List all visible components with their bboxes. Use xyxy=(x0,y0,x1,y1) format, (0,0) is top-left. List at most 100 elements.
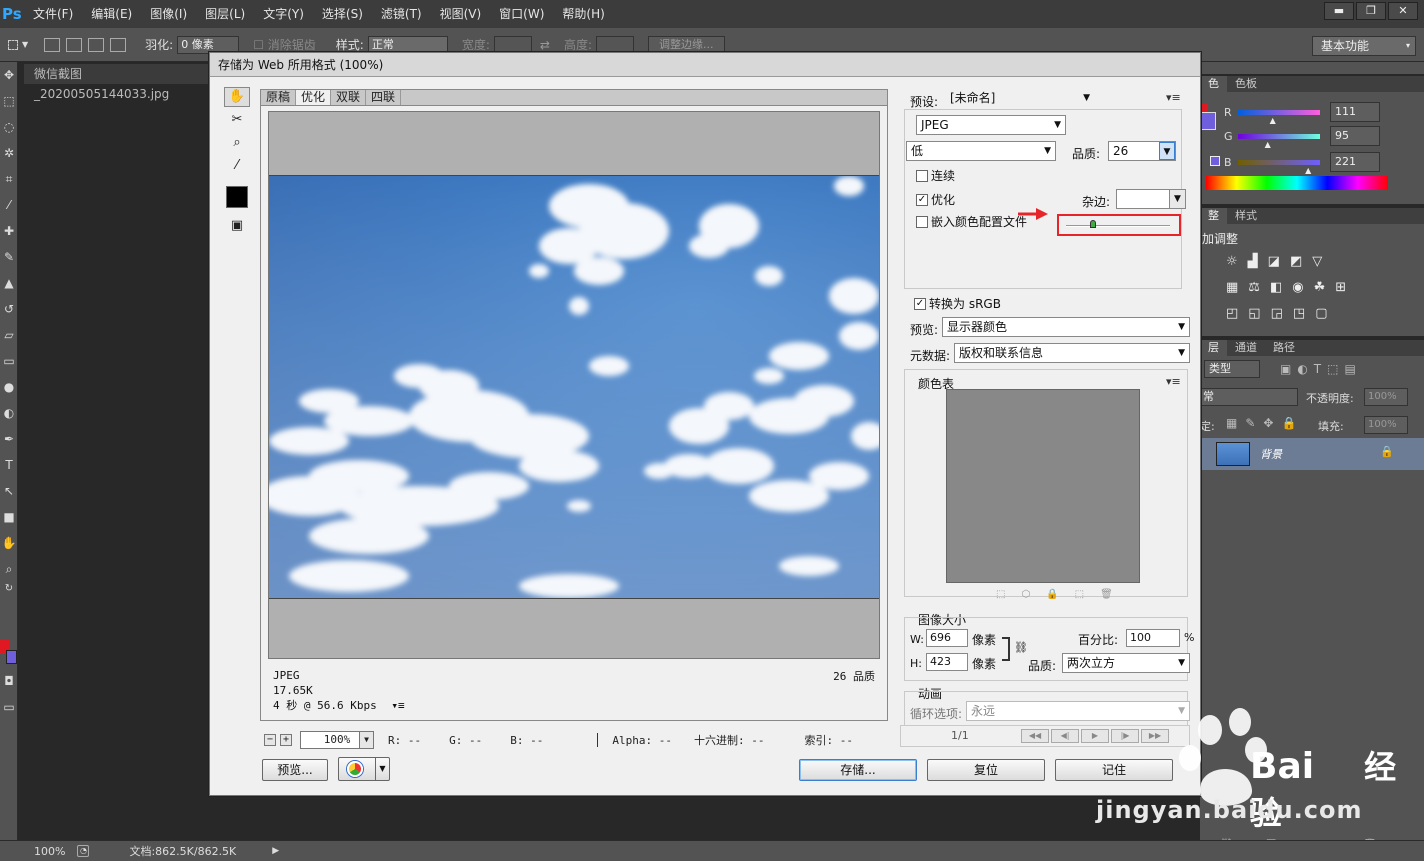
tab-adjustments[interactable]: 整 xyxy=(1200,208,1227,224)
opacity-input[interactable]: 100% xyxy=(1364,388,1408,406)
resample-select[interactable]: 两次立方 ▼ xyxy=(1062,653,1190,673)
r-slider-track[interactable] xyxy=(1238,109,1320,115)
antialias-checkbox[interactable]: ☐ 消除锯齿 xyxy=(253,36,316,53)
g-slider-track[interactable] xyxy=(1238,133,1320,139)
exposure-icon[interactable]: ◩ xyxy=(1290,254,1302,269)
settings-menu-icon[interactable]: ▾≡ xyxy=(1166,91,1181,104)
slice-select-icon[interactable]: ✂ xyxy=(224,110,250,130)
g-value-input[interactable]: 95 xyxy=(1330,126,1380,146)
lock-icons[interactable]: ▦✎✥🔒 xyxy=(1226,416,1304,430)
lasso-tool-icon[interactable]: ◌ xyxy=(0,114,18,140)
zoom-in-button[interactable]: + xyxy=(280,734,292,746)
intersect-selection-icon[interactable] xyxy=(110,37,127,52)
magic-wand-icon[interactable]: ✲ xyxy=(0,140,18,166)
layer-kind-filter[interactable]: 类型 xyxy=(1204,360,1260,378)
selective-color-icon[interactable]: ◳ xyxy=(1293,306,1305,321)
tab-layers[interactable]: 层 xyxy=(1200,340,1227,356)
preview-area[interactable] xyxy=(268,111,880,659)
threshold-icon[interactable]: ◲ xyxy=(1271,306,1283,321)
height-input[interactable]: 423 xyxy=(926,653,968,671)
speed-menu-icon[interactable]: ▾≡ xyxy=(391,699,404,712)
prev-frame-button[interactable]: ◀| xyxy=(1051,729,1079,743)
menu-type[interactable]: 文字(Y) xyxy=(254,0,313,28)
tab-2up[interactable]: 双联 xyxy=(331,90,367,105)
quality-dropdown-icon[interactable]: ▼ xyxy=(1159,142,1175,160)
width-input[interactable]: 696 xyxy=(926,629,968,647)
close-window-button[interactable]: ✕ xyxy=(1388,2,1418,20)
refine-edge-button[interactable]: 调整边缘... xyxy=(648,35,725,54)
menu-layer[interactable]: 图层(L) xyxy=(196,0,254,28)
posterize-icon[interactable]: ◱ xyxy=(1248,306,1260,321)
optimized-checkbox[interactable]: ✓ 优化 xyxy=(916,191,955,208)
history-brush-icon[interactable]: ↺ xyxy=(0,296,18,322)
minimize-button[interactable]: ▬ xyxy=(1324,2,1354,20)
type-tool-icon[interactable]: T xyxy=(0,452,18,478)
compression-select[interactable]: 低 ▼ xyxy=(906,141,1056,161)
hand-tool-icon[interactable]: ✋ xyxy=(0,530,18,556)
tab-original[interactable]: 原稿 xyxy=(261,90,297,105)
marquee-tool-icon[interactable]: ⬚ xyxy=(0,88,18,114)
browser-select[interactable]: ▼ xyxy=(338,757,390,781)
quick-mask-icon[interactable]: ◘ xyxy=(0,668,18,694)
document-tab[interactable]: 微信截图_20200505144033.jpg xyxy=(24,64,214,101)
black-white-icon[interactable]: ◧ xyxy=(1270,280,1282,295)
eraser-tool-icon[interactable]: ▱ xyxy=(0,322,18,348)
color-spectrum-bar[interactable] xyxy=(1206,176,1388,190)
g-slider-thumb[interactable]: ▲ xyxy=(1265,140,1271,149)
tab-channels[interactable]: 通道 xyxy=(1227,340,1265,356)
tab-styles[interactable]: 样式 xyxy=(1227,208,1265,224)
status-share-icon[interactable]: ◔ xyxy=(77,845,90,857)
tab-4up[interactable]: 四联 xyxy=(366,90,402,105)
channel-mixer-icon[interactable]: ☘ xyxy=(1314,280,1326,295)
zoom-select[interactable]: 100% ▼ xyxy=(300,731,374,749)
optimized-checkbox-box[interactable]: ✓ xyxy=(916,193,928,206)
next-frame-button[interactable]: |▶ xyxy=(1111,729,1139,743)
dodge-tool-icon[interactable]: ◐ xyxy=(0,400,18,426)
quality-input[interactable]: 26 ▼ xyxy=(1108,141,1176,161)
maximize-button[interactable]: ❐ xyxy=(1356,2,1386,20)
preview-button[interactable]: 预览... xyxy=(262,759,328,781)
play-button[interactable]: ▶ xyxy=(1081,729,1109,743)
fill-input[interactable]: 100% xyxy=(1364,416,1408,434)
r-slider-thumb[interactable]: ▲ xyxy=(1270,116,1276,125)
color-lookup-icon[interactable]: ⊞ xyxy=(1335,280,1346,295)
subtract-selection-icon[interactable] xyxy=(88,37,105,52)
zoom-tool-icon[interactable]: ⌕ xyxy=(0,556,18,582)
photo-filter-icon[interactable]: ◉ xyxy=(1292,280,1303,295)
progressive-checkbox-box[interactable] xyxy=(916,169,928,182)
save-button[interactable]: 存储... xyxy=(799,759,917,781)
healing-brush-icon[interactable]: ✚ xyxy=(0,218,18,244)
stamp-tool-icon[interactable]: ▲ xyxy=(0,270,18,296)
menu-window[interactable]: 窗口(W) xyxy=(490,0,553,28)
preview-color-select[interactable]: 显示器颜色 ▼ xyxy=(942,317,1190,337)
marquee-tool-icon[interactable] xyxy=(8,39,18,50)
format-select[interactable]: JPEG ▼ xyxy=(916,115,1066,135)
menu-edit[interactable]: 编辑(E) xyxy=(82,0,141,28)
layer-filter-icons[interactable]: ▣◐T⬚▤ xyxy=(1280,362,1362,376)
workspace-select[interactable]: 基本功能 ▾ xyxy=(1312,36,1416,56)
brush-tool-icon[interactable]: ✎ xyxy=(0,244,18,270)
color-table-menu-icon[interactable]: ▾≡ xyxy=(1166,375,1181,388)
color-table-grid[interactable] xyxy=(946,389,1140,583)
eyedropper-color-swatch[interactable] xyxy=(226,186,248,208)
blur-select[interactable]: ▼ xyxy=(1116,189,1186,209)
blur-tool-icon[interactable]: ● xyxy=(0,374,18,400)
curves-icon[interactable]: ◪ xyxy=(1268,254,1280,269)
tab-optimized[interactable]: 优化 xyxy=(296,90,332,105)
menu-file[interactable]: 文件(F) xyxy=(24,0,82,28)
preset-select[interactable]: [未命名] ▼ xyxy=(946,89,1094,109)
b-slider-thumb[interactable]: ▲ xyxy=(1305,166,1311,175)
color-table-actions[interactable]: ⬚⬡🔒⬚🗑 xyxy=(996,589,1129,600)
tab-paths[interactable]: 路径 xyxy=(1265,340,1303,356)
hand-tool-icon[interactable]: ✋ xyxy=(224,87,250,107)
first-frame-button[interactable]: ◀◀ xyxy=(1021,729,1049,743)
screen-mode-icon[interactable]: ▭ xyxy=(0,694,18,720)
pen-tool-icon[interactable]: ✒ xyxy=(0,426,18,452)
gradient-tool-icon[interactable]: ▭ xyxy=(0,348,18,374)
levels-icon[interactable]: ▟ xyxy=(1248,254,1258,269)
chain-link-icon[interactable]: ⛓ xyxy=(1014,641,1028,654)
convert-srgb-checkbox-box[interactable]: ✓ xyxy=(914,297,926,310)
crop-tool-icon[interactable]: ⌗ xyxy=(0,166,18,192)
embed-profile-checkbox-box[interactable] xyxy=(916,215,928,228)
zoom-out-button[interactable]: − xyxy=(264,734,276,746)
